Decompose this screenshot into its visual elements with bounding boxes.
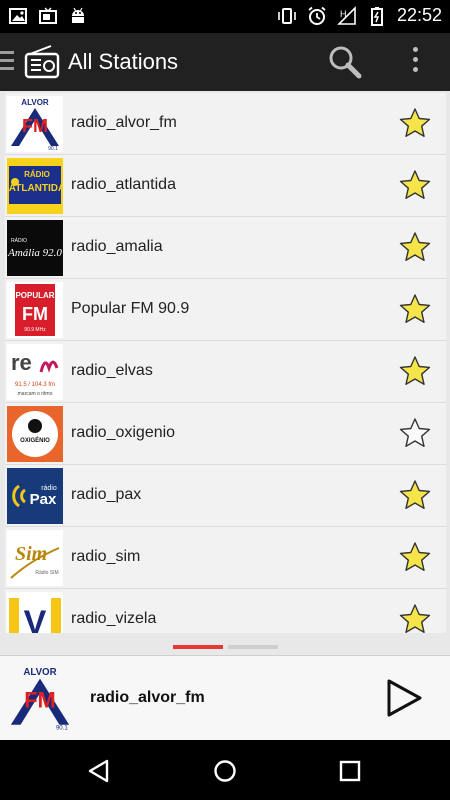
svg-text:RÁDIO: RÁDIO	[11, 237, 27, 244]
station-name: radio_oxigenio	[71, 424, 176, 441]
battery-icon	[367, 6, 387, 26]
station-name: radio_alvor_fm	[71, 114, 177, 131]
star-filled-icon[interactable]	[399, 107, 431, 139]
star-filled-icon[interactable]	[399, 603, 431, 633]
radio-vizela-logo: V	[7, 592, 63, 633]
svg-text:90.1: 90.1	[48, 146, 58, 152]
svg-text:Pax: Pax	[30, 491, 57, 508]
station-row-elvas[interactable]: re 91.5 / 104.3 fm marcam o ritmo radio_…	[5, 341, 446, 403]
popular-fm-logo: POPULAR FM 90.9 MHz	[7, 282, 63, 338]
svg-text:90.9 MHz: 90.9 MHz	[24, 327, 46, 333]
star-outline-icon[interactable]	[399, 417, 431, 449]
back-icon[interactable]	[86, 758, 112, 784]
svg-text:V: V	[24, 604, 47, 633]
star-filled-icon[interactable]	[399, 169, 431, 201]
alvor-fm-logo: ALVOR FM 90.1	[6, 664, 74, 732]
drawer-icon[interactable]	[0, 51, 14, 73]
svg-text:RÁDIO: RÁDIO	[24, 170, 50, 179]
station-row-oxigenio[interactable]: OXIGÉNIO radio_oxigenio	[5, 403, 446, 465]
home-icon[interactable]	[212, 758, 238, 784]
android-icon	[68, 6, 88, 26]
station-row-sim[interactable]: Sim Rádio SIM radio_sim	[5, 527, 446, 589]
station-row-atlantida[interactable]: RÁDIO ATLANTIDA radio_atlantida	[5, 155, 446, 217]
radio-icon	[24, 45, 60, 84]
svg-text:ALVOR: ALVOR	[23, 667, 56, 678]
alarm-icon	[307, 6, 327, 26]
vibrate-icon	[277, 6, 297, 26]
svg-text:Rádio SIM: Rádio SIM	[35, 570, 58, 576]
station-row-popular-fm[interactable]: POPULAR FM 90.9 MHz Popular FM 90.9	[5, 279, 446, 341]
station-name: radio_vizela	[71, 610, 157, 627]
image-icon	[8, 6, 28, 26]
radio-sim-logo: Sim Rádio SIM	[7, 530, 63, 586]
svg-text:re: re	[11, 350, 32, 375]
svg-text:FM: FM	[22, 116, 48, 136]
svg-text:marcam o ritmo: marcam o ritmo	[18, 391, 53, 397]
tv-icon	[38, 6, 58, 26]
svg-text:H: H	[340, 9, 347, 19]
oxigenio-logo: OXIGÉNIO	[7, 406, 63, 462]
star-filled-icon[interactable]	[399, 541, 431, 573]
navigation-bar	[0, 740, 450, 800]
station-name: radio_sim	[71, 548, 141, 565]
station-name: radio_amalia	[71, 238, 163, 255]
star-filled-icon[interactable]	[399, 231, 431, 263]
page-title: All Stations	[68, 49, 179, 74]
station-name: radio_elvas	[71, 362, 153, 379]
svg-text:FM: FM	[22, 304, 48, 324]
station-name: Popular FM 90.9	[71, 300, 190, 317]
app-root: H 22:52 All Stations ALVOR FM 90.1 radio…	[0, 0, 450, 800]
now-playing-station: radio_alvor_fm	[90, 689, 205, 706]
page-indicator-active[interactable]	[173, 645, 223, 649]
recents-icon[interactable]	[337, 758, 363, 784]
radio-pax-logo: rádio Pax	[7, 468, 63, 524]
svg-text:OXIGÉNIO: OXIGÉNIO	[20, 436, 50, 444]
station-list[interactable]: ALVOR FM 90.1 radio_alvor_fm RÁDIO ATLAN…	[5, 93, 446, 633]
status-time: 22:52	[396, 5, 442, 25]
radio-atlantida-logo: RÁDIO ATLANTIDA	[7, 158, 63, 214]
station-row-vizela[interactable]: V radio_vizela	[5, 589, 446, 633]
station-row-pax[interactable]: rádio Pax radio_pax	[5, 465, 446, 527]
page-indicator-inactive[interactable]	[228, 645, 278, 649]
amalia-logo: RÁDIO Amália 92.0	[7, 220, 63, 276]
station-name: radio_pax	[71, 486, 142, 503]
svg-text:90.1: 90.1	[56, 726, 68, 732]
app-bar: All Stations	[0, 33, 450, 91]
svg-text:FM: FM	[24, 688, 56, 713]
radio-elvas-logo: re 91.5 / 104.3 fm marcam o ritmo	[7, 344, 63, 400]
search-icon[interactable]	[328, 45, 362, 84]
station-row-alvor-fm[interactable]: ALVOR FM 90.1 radio_alvor_fm	[5, 93, 446, 155]
status-bar: H 22:52	[0, 0, 450, 33]
star-filled-icon[interactable]	[399, 293, 431, 325]
station-name: radio_atlantida	[71, 176, 176, 193]
station-row-amalia[interactable]: RÁDIO Amália 92.0 radio_amalia	[5, 217, 446, 279]
star-filled-icon[interactable]	[399, 355, 431, 387]
overflow-menu-icon[interactable]	[406, 47, 424, 77]
now-playing-bar[interactable]: ALVOR FM 90.1 radio_alvor_fm	[0, 655, 450, 740]
play-icon[interactable]	[384, 678, 424, 718]
svg-text:Amália 92.0: Amália 92.0	[7, 247, 62, 259]
alvor-fm-logo: ALVOR FM 90.1	[7, 96, 63, 152]
star-filled-icon[interactable]	[399, 479, 431, 511]
signal-icon: H	[337, 5, 357, 26]
svg-text:91.5 / 104.3 fm: 91.5 / 104.3 fm	[15, 382, 55, 388]
svg-text:ALVOR: ALVOR	[21, 98, 49, 107]
svg-text:POPULAR: POPULAR	[15, 291, 54, 300]
